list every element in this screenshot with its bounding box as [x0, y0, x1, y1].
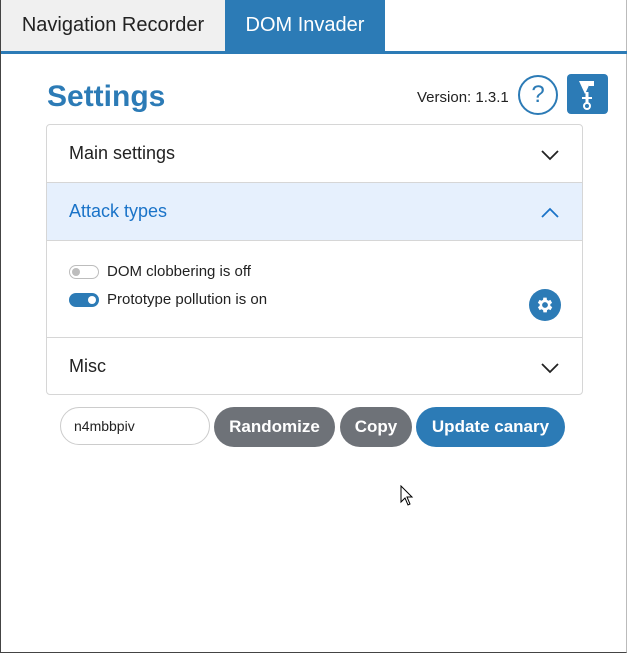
page-title: Settings	[47, 80, 166, 113]
copy-button[interactable]: Copy	[340, 407, 412, 447]
prototype-pollution-label: Prototype pollution is on	[107, 291, 268, 308]
dom-clobbering-label: DOM clobbering is off	[107, 263, 251, 280]
help-button[interactable]: ?	[518, 75, 558, 115]
logo-icon	[578, 81, 594, 110]
tab-navigation-recorder[interactable]: Navigation Recorder	[1, 0, 225, 51]
gear-icon	[537, 297, 553, 313]
tab-dom-invader[interactable]: DOM Invader	[225, 0, 385, 51]
chevron-down-icon	[541, 150, 559, 161]
update-canary-button[interactable]: Update canary	[416, 407, 565, 447]
dom-clobbering-row: DOM clobbering is off	[69, 263, 251, 280]
tab-bar: Navigation Recorder DOM Invader	[1, 0, 627, 54]
chevron-down-icon	[541, 363, 559, 374]
extension-panel: Navigation Recorder DOM Invader Settings…	[0, 0, 627, 653]
randomize-button[interactable]: Randomize	[214, 407, 335, 447]
canary-input[interactable]	[60, 407, 210, 445]
prototype-pollution-row: Prototype pollution is on	[69, 291, 267, 308]
version-label: Version: 1.3.1	[417, 89, 509, 106]
section-label: Misc	[69, 356, 106, 376]
question-icon: ?	[531, 81, 545, 108]
prototype-pollution-settings-button[interactable]	[529, 289, 561, 321]
section-label: Main settings	[69, 143, 176, 163]
dom-invader-logo	[567, 74, 608, 114]
section-misc[interactable]: Misc	[47, 337, 582, 394]
section-label: Attack types	[69, 201, 168, 221]
prototype-pollution-toggle[interactable]	[69, 292, 99, 307]
settings-accordion: Main settings Attack types DOM clobberin…	[46, 124, 583, 395]
mouse-cursor-icon	[400, 485, 414, 506]
section-main-settings[interactable]: Main settings	[47, 125, 582, 183]
dom-clobbering-toggle[interactable]	[69, 264, 99, 279]
tab-underline	[1, 51, 627, 54]
section-attack-types[interactable]: Attack types	[47, 183, 582, 241]
chevron-up-icon	[541, 207, 559, 218]
attack-types-body: DOM clobbering is off Prototype pollutio…	[47, 242, 582, 337]
